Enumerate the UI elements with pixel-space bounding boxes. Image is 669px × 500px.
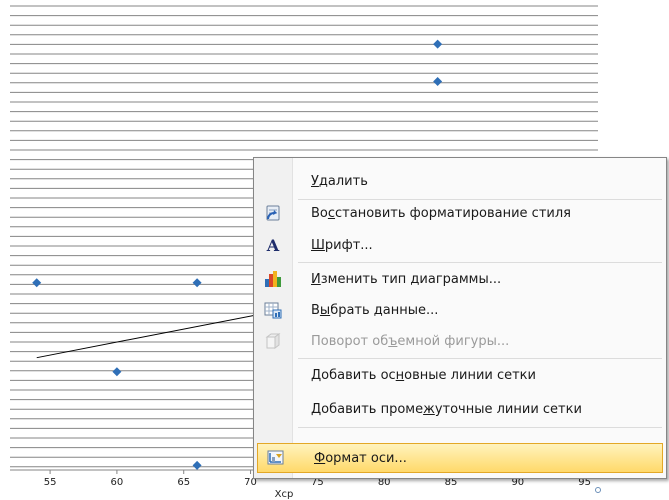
- menu-item-3d-rotation[interactable]: Поворот объемной фигуры...: [255, 326, 665, 356]
- x-axis-title: Xcp: [275, 489, 294, 500]
- menu-item-select-data[interactable]: Выбрать данные...: [255, 295, 665, 325]
- menu-item-format-axis[interactable]: Формат оси...: [257, 443, 663, 473]
- format-axis-icon: [258, 443, 294, 473]
- menu-item-add-minor-gridlines-label: Добавить промежуточные линии сетки: [311, 401, 582, 417]
- menu-item-format-axis-label: Формат оси...: [314, 450, 407, 466]
- data-point-marker: [433, 77, 443, 87]
- menu-item-3d-rotation-label: Поворот объемной фигуры...: [311, 333, 510, 349]
- data-point-marker: [32, 278, 42, 288]
- trend-line: [36, 310, 278, 359]
- menu-separator: [298, 262, 662, 263]
- x-tick-label: 65: [177, 477, 190, 488]
- menu-item-font[interactable]: A Шрифт...: [255, 230, 665, 260]
- reset-style-icon: [255, 198, 291, 228]
- menu-item-add-major-gridlines-label: Добавить основные линии сетки: [311, 367, 536, 383]
- menu-item-reset-style[interactable]: Восстановить форматирование стиля: [255, 198, 665, 228]
- data-point-marker: [192, 278, 202, 288]
- select-data-icon: [255, 295, 291, 325]
- menu-item-add-minor-gridlines-icon-slot: [255, 394, 291, 424]
- menu-item-delete-label: Удалить: [311, 173, 368, 189]
- x-tick-label: 55: [44, 477, 57, 488]
- menu-item-font-label: Шрифт...: [311, 237, 373, 253]
- context-menu: Удалить Восстановить форматирование стил…: [253, 157, 667, 479]
- menu-separator: [298, 358, 662, 359]
- font-icon: A: [266, 235, 280, 255]
- data-point-marker: [192, 460, 202, 470]
- menu-item-add-major-gridlines[interactable]: Добавить основные линии сетки: [255, 360, 665, 390]
- menu-item-add-major-gridlines-icon-slot: [255, 360, 291, 390]
- menu-item-delete-icon-slot: [255, 166, 291, 196]
- 3d-rotation-icon: [255, 326, 291, 356]
- chart-type-icon: [255, 264, 291, 294]
- menu-item-delete[interactable]: Удалить: [255, 166, 665, 196]
- menu-item-select-data-label: Выбрать данные...: [311, 302, 439, 318]
- menu-item-reset-style-label: Восстановить форматирование стиля: [311, 205, 571, 221]
- data-point-marker: [112, 367, 122, 377]
- menu-item-change-chart-type[interactable]: Изменить тип диаграммы...: [255, 264, 665, 294]
- menu-item-add-minor-gridlines[interactable]: Добавить промежуточные линии сетки: [255, 394, 665, 424]
- menu-separator: [298, 427, 662, 428]
- selection-handle[interactable]: [595, 487, 601, 493]
- menu-item-change-chart-type-label: Изменить тип диаграммы...: [311, 271, 502, 287]
- data-point-marker: [433, 39, 443, 49]
- x-tick-label: 60: [111, 477, 124, 488]
